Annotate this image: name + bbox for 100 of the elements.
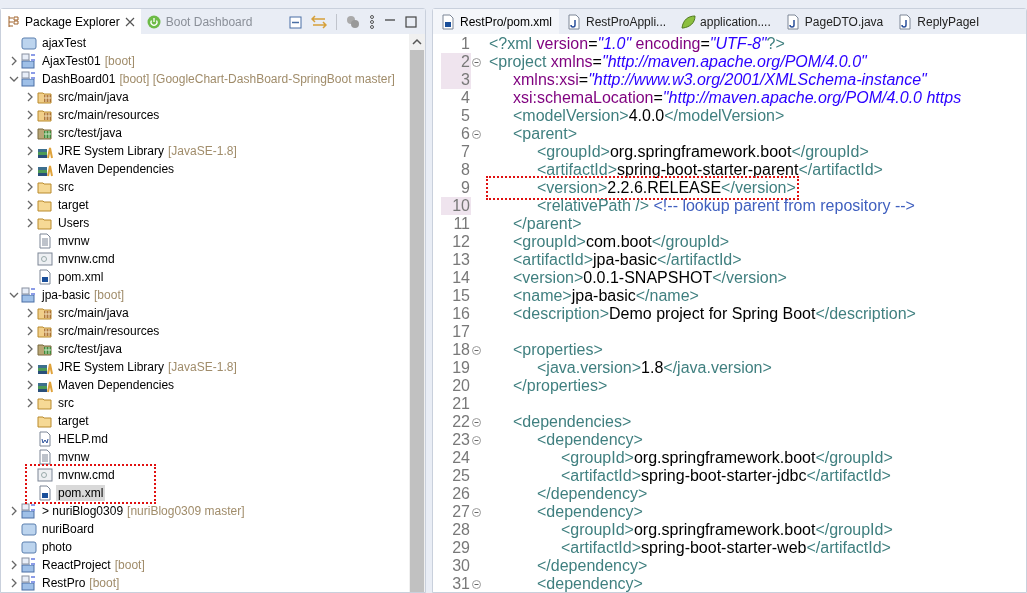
tree-item[interactable]: nuriBoard bbox=[40, 521, 97, 537]
chevron-right-icon[interactable] bbox=[25, 326, 35, 336]
editor-tab[interactable]: PageDTO.java bbox=[777, 9, 891, 34]
tree-item[interactable]: pom.xml bbox=[56, 485, 106, 501]
code-line: <properties> bbox=[512, 341, 603, 359]
scrollbar[interactable] bbox=[409, 34, 425, 592]
tree-item[interactable]: ReactProject [boot] bbox=[40, 557, 147, 573]
editor-tab[interactable]: RestProAppli... bbox=[559, 9, 674, 34]
tree-item[interactable]: src bbox=[56, 395, 76, 411]
package-folder-icon bbox=[37, 89, 53, 105]
tree-item[interactable]: mvnw.cmd bbox=[56, 467, 117, 483]
code-line: <version>2.2.6.RELEASE</version> bbox=[489, 179, 796, 197]
tree-item[interactable]: src/main/java bbox=[56, 305, 131, 321]
folder-icon bbox=[37, 413, 53, 429]
chevron-right-icon[interactable] bbox=[9, 560, 19, 570]
editor-tab[interactable]: ReplyPageI bbox=[890, 9, 987, 34]
tree-item[interactable]: photo bbox=[40, 539, 75, 555]
tree-item[interactable]: mvnw bbox=[56, 449, 92, 465]
chevron-right-icon[interactable] bbox=[25, 344, 35, 354]
tree-item[interactable]: mvnw bbox=[56, 233, 92, 249]
tree-item[interactable]: JRE System Library [JavaSE-1.8] bbox=[56, 143, 239, 159]
tree-item[interactable]: src/main/resources bbox=[56, 323, 162, 339]
project-folder-icon bbox=[21, 539, 37, 555]
tree-item[interactable]: mvnw.cmd bbox=[56, 251, 117, 267]
fold-icon[interactable] bbox=[471, 345, 481, 355]
tree-item[interactable]: Maven Dependencies bbox=[56, 377, 177, 393]
tree-item[interactable]: RestPro [boot] bbox=[40, 575, 122, 591]
chevron-right-icon[interactable] bbox=[25, 398, 35, 408]
chevron-right-icon[interactable] bbox=[25, 218, 35, 228]
tree-item[interactable]: target bbox=[56, 413, 91, 429]
view-tab[interactable]: Package Explorer bbox=[1, 9, 141, 34]
code-line: <dependency> bbox=[536, 431, 643, 449]
code-line: <artifactId>jpa-basic</artifactId> bbox=[512, 251, 742, 269]
chevron-right-icon[interactable] bbox=[25, 146, 35, 156]
folder-icon bbox=[37, 179, 53, 195]
fold-icon[interactable] bbox=[471, 435, 481, 445]
chevron-down-icon[interactable] bbox=[9, 74, 19, 84]
code-line: <artifactId>spring-boot-starter-web</artifactId> bbox=[560, 539, 891, 557]
chevron-right-icon[interactable] bbox=[25, 362, 35, 372]
tree-item[interactable]: src/main/java bbox=[56, 89, 131, 105]
code-line: <groupId>com.boot</groupId> bbox=[512, 233, 730, 251]
fold-icon[interactable] bbox=[471, 507, 481, 517]
fold-icon[interactable] bbox=[471, 417, 481, 427]
project-folder-icon bbox=[21, 521, 37, 537]
chevron-down-icon[interactable] bbox=[9, 290, 19, 300]
chevron-right-icon[interactable] bbox=[9, 578, 19, 588]
tree-item[interactable]: Maven Dependencies bbox=[56, 161, 177, 177]
line-number: 21 bbox=[451, 395, 471, 413]
line-number: 25 bbox=[451, 467, 471, 485]
leaf-icon bbox=[680, 13, 697, 30]
tree-item[interactable]: src/test/java bbox=[56, 125, 125, 141]
view-menu-icon[interactable] bbox=[369, 14, 375, 29]
line-number: 16 bbox=[451, 305, 471, 323]
tree-item[interactable]: target bbox=[56, 197, 91, 213]
chevron-right-icon[interactable] bbox=[25, 380, 35, 390]
chevron-right-icon[interactable] bbox=[25, 128, 35, 138]
folder-icon bbox=[37, 197, 53, 213]
fold-icon[interactable] bbox=[471, 57, 481, 67]
chevron-right-icon[interactable] bbox=[25, 308, 35, 318]
java-file-icon bbox=[897, 13, 914, 30]
code-line: <modelVersion>4.0.0</modelVersion> bbox=[512, 107, 785, 125]
tree-item[interactable]: pom.xml bbox=[56, 269, 106, 285]
fold-icon[interactable] bbox=[471, 129, 481, 139]
line-number: 10 bbox=[441, 197, 471, 215]
maven-project-icon bbox=[21, 53, 37, 69]
tree-item[interactable]: src bbox=[56, 179, 76, 195]
code-line: <name>jpa-basic</name> bbox=[512, 287, 699, 305]
tree-item[interactable]: jpa-basic [boot] bbox=[40, 287, 127, 303]
maximize-icon[interactable] bbox=[405, 15, 417, 28]
line-number: 30 bbox=[451, 557, 471, 575]
maven-project-icon bbox=[21, 71, 37, 87]
file-icon bbox=[37, 233, 53, 249]
tree-item[interactable]: JRE System Library [JavaSE-1.8] bbox=[56, 359, 239, 375]
chevron-right-icon[interactable] bbox=[9, 56, 19, 66]
code-line: <version>0.0.1-SNAPSHOT</version> bbox=[512, 269, 787, 287]
close-icon[interactable] bbox=[124, 16, 135, 27]
tree-item[interactable]: AjaxTest01 [boot] bbox=[40, 53, 137, 69]
code-line: <project xmlns="http://maven.apache.org/POM/4.0.0" bbox=[489, 53, 867, 71]
code-line: xmlns:xsi="http://www.w3.org/2001/XMLSchema-instance" bbox=[512, 71, 927, 89]
package-icon bbox=[7, 15, 20, 28]
tree-item[interactable]: Users bbox=[56, 215, 92, 231]
collapse-all-icon[interactable] bbox=[288, 14, 302, 29]
chevron-right-icon[interactable] bbox=[25, 164, 35, 174]
editor-tab[interactable]: application.... bbox=[673, 9, 778, 34]
line-number: 24 bbox=[451, 449, 471, 467]
tree-item[interactable]: ajaxTest bbox=[40, 35, 89, 51]
tree-item[interactable]: HELP.md bbox=[56, 431, 110, 447]
editor-tab[interactable]: RestPro/pom.xml bbox=[433, 9, 560, 34]
chevron-right-icon[interactable] bbox=[9, 506, 19, 516]
chevron-right-icon[interactable] bbox=[25, 200, 35, 210]
chevron-right-icon[interactable] bbox=[25, 182, 35, 192]
chevron-right-icon[interactable] bbox=[25, 92, 35, 102]
line-number: 14 bbox=[451, 269, 471, 287]
tree-item[interactable]: DashBoard01 [boot] [GoogleChart-DashBoard-SpringBoot master] bbox=[40, 71, 397, 87]
tree-item[interactable]: src/main/resources bbox=[56, 107, 162, 123]
chevron-right-icon[interactable] bbox=[25, 110, 35, 120]
line-number: 26 bbox=[451, 485, 471, 503]
fold-icon[interactable] bbox=[471, 579, 481, 589]
tree-item[interactable]: > nuriBlog0309 [nuriBlog0309 master] bbox=[40, 503, 247, 519]
tree-item[interactable]: src/test/java bbox=[56, 341, 125, 357]
